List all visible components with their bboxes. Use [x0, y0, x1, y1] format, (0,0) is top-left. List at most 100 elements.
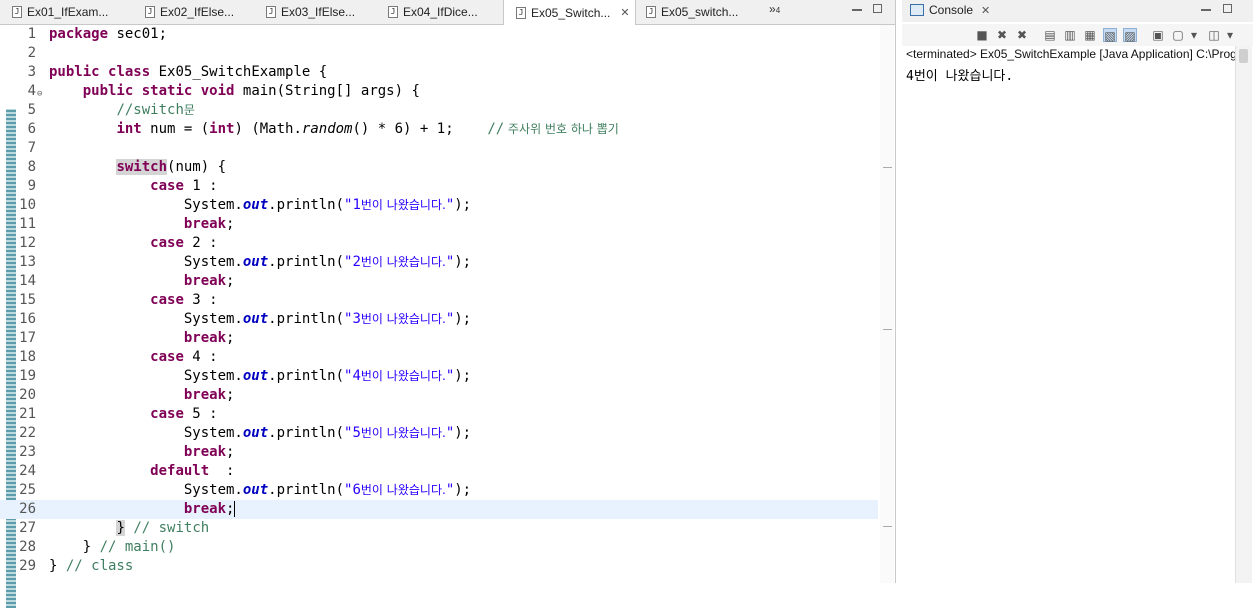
console-minimize-button[interactable] [1201, 4, 1211, 11]
code-line[interactable]: 28 } // main() [0, 538, 878, 557]
code-line[interactable]: 29} // class [0, 557, 878, 576]
ruler-marker[interactable] [883, 526, 892, 527]
console-output-text[interactable]: 4번이 나왔습니다. [906, 65, 1013, 84]
code-token: case [150, 235, 184, 251]
code-token: " [445, 482, 455, 498]
code-text: } // main() [49, 538, 176, 557]
code-token: out [242, 197, 269, 213]
editor-maximize-button[interactable] [873, 4, 882, 13]
show-on-stdout-icon[interactable]: ▧ [1103, 28, 1117, 43]
console-tab-label: Console [929, 3, 974, 17]
code-line[interactable]: 21 case 5 : [0, 405, 878, 424]
code-line[interactable]: 25 System.out.println("6번이 나왔습니다."); [0, 481, 878, 500]
code-line[interactable]: 20 break; [0, 386, 878, 405]
code-token: " [445, 425, 455, 441]
code-line[interactable]: 27 } // switch [0, 519, 878, 538]
code-line[interactable]: 15 case 3 : [0, 291, 878, 310]
remove-all-terminated-icon[interactable]: ✖ [1015, 28, 1029, 42]
console-scrollbar[interactable] [1235, 46, 1252, 583]
editor-tab[interactable]: J Ex05_Switch... ✕ [503, 0, 636, 25]
code-line[interactable]: 16 System.out.println("3번이 나왔습니다."); [0, 310, 878, 329]
editor-minimize-button[interactable] [852, 4, 862, 11]
show-on-stderr-icon[interactable]: ▨ [1123, 28, 1137, 43]
close-icon[interactable]: ✕ [620, 6, 629, 19]
display-console-icon[interactable]: ▢ [1171, 28, 1185, 42]
console-view: Console ✕ ■ ✖ ✖ ▤ ▥ ▦ ▧ ▨ ▣ ▢ ▾ ◫ ▾ <ter… [902, 0, 1253, 583]
overview-ruler[interactable] [880, 25, 894, 583]
line-number: 11 [19, 216, 36, 232]
line-number: 22 [19, 425, 36, 441]
code-line[interactable]: 9 case 1 : [0, 177, 878, 196]
console-maximize-button[interactable] [1223, 4, 1232, 13]
line-number: 4 [27, 83, 36, 99]
code-text: } // switch [49, 519, 209, 538]
console-tab[interactable]: Console ✕ [910, 3, 990, 17]
code-line[interactable]: 14 break; [0, 272, 878, 291]
code-token: ); [454, 368, 472, 384]
chevron-down-icon[interactable]: ▾ [1223, 28, 1237, 42]
editor-tab-label: Ex05_switch... [661, 5, 739, 19]
editor-tab[interactable]: J Ex01_IfExam... [0, 0, 126, 24]
code-line[interactable]: 6 int num = (int) (Math.random() * 6) + … [0, 120, 878, 139]
editor-tab[interactable]: J Ex04_IfDice... [376, 0, 496, 24]
chevron-down-icon[interactable]: ▾ [1187, 28, 1201, 42]
word-wrap-icon[interactable]: ▦ [1083, 28, 1097, 42]
pin-console-icon[interactable]: ▣ [1151, 28, 1165, 42]
code-line[interactable]: 17 break; [0, 329, 878, 348]
editor-tab[interactable]: J Ex03_IfElse... [254, 0, 369, 24]
code-line[interactable]: 4 ⊖ public static void main(String[] args… [0, 82, 878, 101]
code-line[interactable]: 2 [0, 44, 878, 63]
code-text-area[interactable]: 1 package sec01; 2 3 public class Ex05_Switc… [0, 25, 878, 608]
code-line[interactable]: 5 //switch문 [0, 101, 878, 120]
clear-console-icon[interactable]: ▤ [1043, 28, 1057, 42]
code-text: System.out.println("2번이 나왔습니다."); [49, 253, 471, 272]
java-file-icon: J [145, 6, 155, 18]
open-console-icon[interactable]: ◫ [1207, 28, 1221, 42]
code-line[interactable]: 18 case 4 : [0, 348, 878, 367]
code-line[interactable]: 13 System.out.println("2번이 나왔습니다."); [0, 253, 878, 272]
tab-overflow-button[interactable]: »4 [769, 2, 780, 16]
code-line[interactable]: 3 public class Ex05_SwitchExample { [0, 63, 878, 82]
code-line[interactable]: 8 switch(num) { [0, 158, 878, 177]
java-file-icon: J [388, 6, 398, 18]
remove-launch-icon[interactable]: ✖ [995, 28, 1009, 42]
code-token: ); [454, 254, 472, 270]
scroll-lock-icon[interactable]: ▥ [1063, 28, 1077, 42]
ruler-marker[interactable] [883, 329, 892, 330]
code-line[interactable]: 7 [0, 139, 878, 158]
code-token: 4 : [183, 349, 218, 365]
code-text: break; [49, 329, 235, 348]
eclipse-workbench: J Ex01_IfExam... J Ex02_IfElse... J Ex03_IfEl… [0, 0, 1253, 608]
code-token: System. [49, 311, 243, 327]
code-token: 번이 나왔습니다. [360, 369, 446, 383]
code-editor[interactable]: J Ex01_IfExam... J Ex02_IfElse... J Ex03_IfEl… [0, 0, 896, 608]
code-token: // main() [99, 539, 176, 555]
code-token: ; [226, 273, 235, 289]
editor-tab-bar: J Ex01_IfExam... J Ex02_IfElse... J Ex03_IfEl… [0, 0, 895, 25]
code-token: "3 [344, 311, 361, 327]
code-line[interactable]: 12 case 2 : [0, 234, 878, 253]
ruler-marker[interactable] [883, 167, 892, 168]
console-scroll-thumb[interactable] [1239, 49, 1248, 63]
code-line[interactable]: 26 break; [0, 500, 878, 519]
code-text: System.out.println("3번이 나왔습니다."); [49, 310, 471, 329]
code-line[interactable]: 22 System.out.println("5번이 나왔습니다."); [0, 424, 878, 443]
code-line[interactable]: 19 System.out.println("4번이 나왔습니다."); [0, 367, 878, 386]
code-line[interactable]: 11 break; [0, 215, 878, 234]
terminate-icon[interactable]: ■ [975, 28, 989, 42]
editor-tab[interactable]: J Ex02_IfElse... [133, 0, 248, 24]
editor-tab[interactable]: J Ex05_switch... [634, 0, 752, 24]
code-line[interactable]: 10 System.out.println("1번이 나왔습니다."); [0, 196, 878, 215]
code-line[interactable]: 23 break; [0, 443, 878, 462]
code-token: "2 [344, 254, 361, 270]
code-token: : [209, 463, 235, 479]
code-token: break [183, 501, 227, 517]
console-close-icon[interactable]: ✕ [981, 4, 990, 17]
code-token: "6 [344, 482, 361, 498]
code-token: 번이 나왔습니다. [360, 255, 446, 269]
code-line[interactable]: 24 default : [0, 462, 878, 481]
console-icon [910, 4, 924, 16]
code-line[interactable]: 1 package sec01; [0, 25, 878, 44]
code-text: case 5 : [49, 405, 217, 424]
code-token: default [150, 463, 210, 479]
